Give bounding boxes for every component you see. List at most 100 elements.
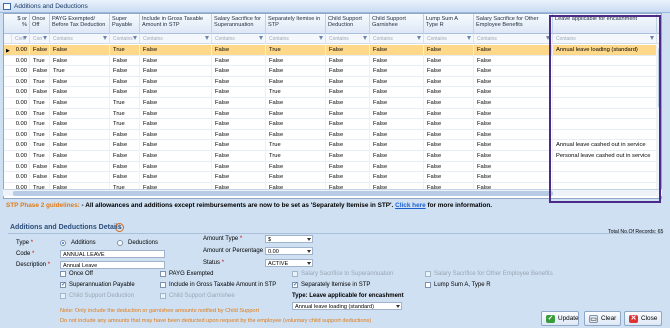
checkbox[interactable]: [160, 282, 166, 288]
checkbox[interactable]: [425, 282, 431, 288]
table-cell: False: [474, 151, 553, 162]
checkbox[interactable]: [425, 271, 431, 277]
table-row[interactable]: 0.00 True False False False False True False Fal…: [4, 140, 661, 151]
clear-button[interactable]: ▭ Clear: [584, 311, 621, 326]
status-select[interactable]: ACTIVE: [265, 259, 313, 267]
filter-icon[interactable]: [43, 36, 47, 40]
table-cell: Annual leave cashed out in service: [553, 140, 657, 151]
filter-icon[interactable]: [467, 36, 471, 40]
table-cell: False: [140, 129, 212, 141]
table-cell: False: [474, 98, 553, 109]
table-cell: False: [370, 87, 424, 98]
filter-icon[interactable]: [23, 36, 27, 40]
column-filter[interactable]: Contains: [50, 34, 110, 44]
column-filter[interactable]: Contains: [474, 34, 553, 44]
stp-text: - All allowances and additions except re…: [79, 202, 394, 209]
horizontal-scrollbar[interactable]: [3, 189, 662, 196]
table-cell: False: [326, 66, 370, 77]
table-cell: 0.00: [12, 87, 30, 98]
checkbox[interactable]: [160, 293, 166, 299]
column-header[interactable]: Separately Itemise in STP: [266, 14, 326, 34]
checkbox[interactable]: [60, 281, 66, 288]
column-filter[interactable]: Contains: [140, 34, 212, 44]
table-cell: False: [326, 119, 370, 130]
column-header[interactable]: $ or %: [12, 14, 30, 34]
amount-pct-input[interactable]: 0.00: [265, 247, 313, 255]
column-header[interactable]: Child Support Garnishee: [370, 14, 424, 34]
table-row[interactable]: 0.00 False False False False False False False F…: [4, 161, 661, 173]
filter-icon[interactable]: [103, 36, 107, 40]
table-row[interactable]: 0.00 True False True False False False False Fal…: [4, 98, 661, 109]
column-filter[interactable]: Con: [12, 34, 30, 44]
column-header[interactable]: Once Off: [30, 14, 50, 34]
checkbox[interactable]: [292, 281, 298, 288]
vertical-scrollbar[interactable]: [657, 44, 661, 198]
additions-grid[interactable]: $ or % Once Off PAYG Exempted/ Before Tax …: [3, 13, 662, 199]
description-input[interactable]: Annual Leave: [60, 261, 165, 269]
info-icon[interactable]: i: [115, 223, 124, 232]
filter-icon[interactable]: [259, 36, 263, 40]
column-filter[interactable]: Contains: [424, 34, 474, 44]
filter-icon[interactable]: [363, 36, 367, 40]
table-row[interactable]: 0.00 True False False False False False False Fa…: [4, 76, 661, 88]
filter-icon[interactable]: [133, 36, 137, 40]
column-filter[interactable]: Contains: [110, 34, 140, 44]
leave-type-select[interactable]: Annual leave loading (standard): [292, 302, 402, 310]
stp-guidelines: STP Phase 2 guidelines: - All allowances…: [6, 202, 492, 209]
filter-icon[interactable]: [650, 36, 654, 40]
table-cell: False: [212, 55, 266, 67]
column-filter[interactable]: Contains: [326, 34, 370, 44]
column-header[interactable]: Super Payable: [110, 14, 140, 34]
column-filter[interactable]: Contains: [553, 34, 657, 44]
filter-icon[interactable]: [205, 36, 209, 40]
column-header[interactable]: Child Support Deduction: [326, 14, 370, 34]
amount-type-select[interactable]: $: [265, 235, 313, 243]
column-header[interactable]: Lump Sum A Type R: [424, 14, 474, 34]
stp-click-here-link[interactable]: Click here: [395, 202, 426, 209]
radio-additions[interactable]: [60, 240, 66, 246]
table-cell: False: [424, 129, 474, 141]
table-row[interactable]: 0.00 True False False False False False False Fa…: [4, 55, 661, 67]
column-header[interactable]: Leave applicable for encashment: [553, 14, 657, 34]
table-row[interactable]: 0.00 False True False False False False False Fa…: [4, 66, 661, 77]
table-cell: False: [370, 161, 424, 173]
column-filter[interactable]: Contains: [266, 34, 326, 44]
table-row[interactable]: 0.00 True False True False False False False Fal…: [4, 108, 661, 120]
table-cell: [553, 98, 657, 109]
column-header[interactable]: Salary Sacrifice for Other Employee Bene…: [474, 14, 553, 34]
column-header[interactable]: Include in Gross Taxable Amount in STP: [140, 14, 212, 34]
table-cell: False: [110, 161, 140, 173]
column-filter[interactable]: Con: [30, 34, 50, 44]
radio-deductions[interactable]: [117, 240, 123, 246]
column-filter[interactable]: Contains: [212, 34, 266, 44]
table-cell: False: [140, 140, 212, 151]
table-row[interactable]: 0.00 True False True False False False False Fal…: [4, 119, 661, 130]
total-records: Total No.Of Records: 65: [608, 229, 664, 235]
filter-icon[interactable]: [546, 36, 550, 40]
table-cell: False: [424, 76, 474, 88]
table-row[interactable]: 0.00 True False False False False True False Fal…: [4, 151, 661, 162]
column-header[interactable]: PAYG Exempted/ Before Tax Deduction: [50, 14, 110, 34]
table-cell: True: [30, 119, 50, 130]
table-cell: 0.00: [12, 151, 30, 162]
table-row[interactable]: 0.00 True False False False False False False Fa…: [4, 129, 661, 141]
table-row[interactable]: 0.00 False False False False False False False F…: [4, 172, 661, 183]
column-header[interactable]: Salary Sacrifice for Superannuation: [212, 14, 266, 34]
table-cell: False: [370, 108, 424, 120]
update-button[interactable]: ✓ Update: [541, 311, 579, 326]
table-cell: False: [140, 161, 212, 173]
checkbox[interactable]: [60, 271, 66, 277]
checkbox[interactable]: [292, 271, 298, 277]
close-button[interactable]: ✕ Close: [624, 311, 662, 326]
stp-suffix: for more information.: [425, 202, 493, 209]
table-cell: False: [50, 172, 110, 183]
checkbox[interactable]: [160, 271, 166, 277]
table-cell: False: [110, 87, 140, 98]
code-input[interactable]: ANNUAL LEAVE: [60, 250, 165, 258]
table-row[interactable]: ▶ 0.00 False False True False False True False Fa…: [4, 45, 661, 56]
checkbox[interactable]: [60, 293, 66, 299]
filter-icon[interactable]: [417, 36, 421, 40]
column-filter[interactable]: Contains: [370, 34, 424, 44]
filter-icon[interactable]: [319, 36, 323, 40]
table-row[interactable]: 0.00 False False False False False True False Fa…: [4, 87, 661, 98]
